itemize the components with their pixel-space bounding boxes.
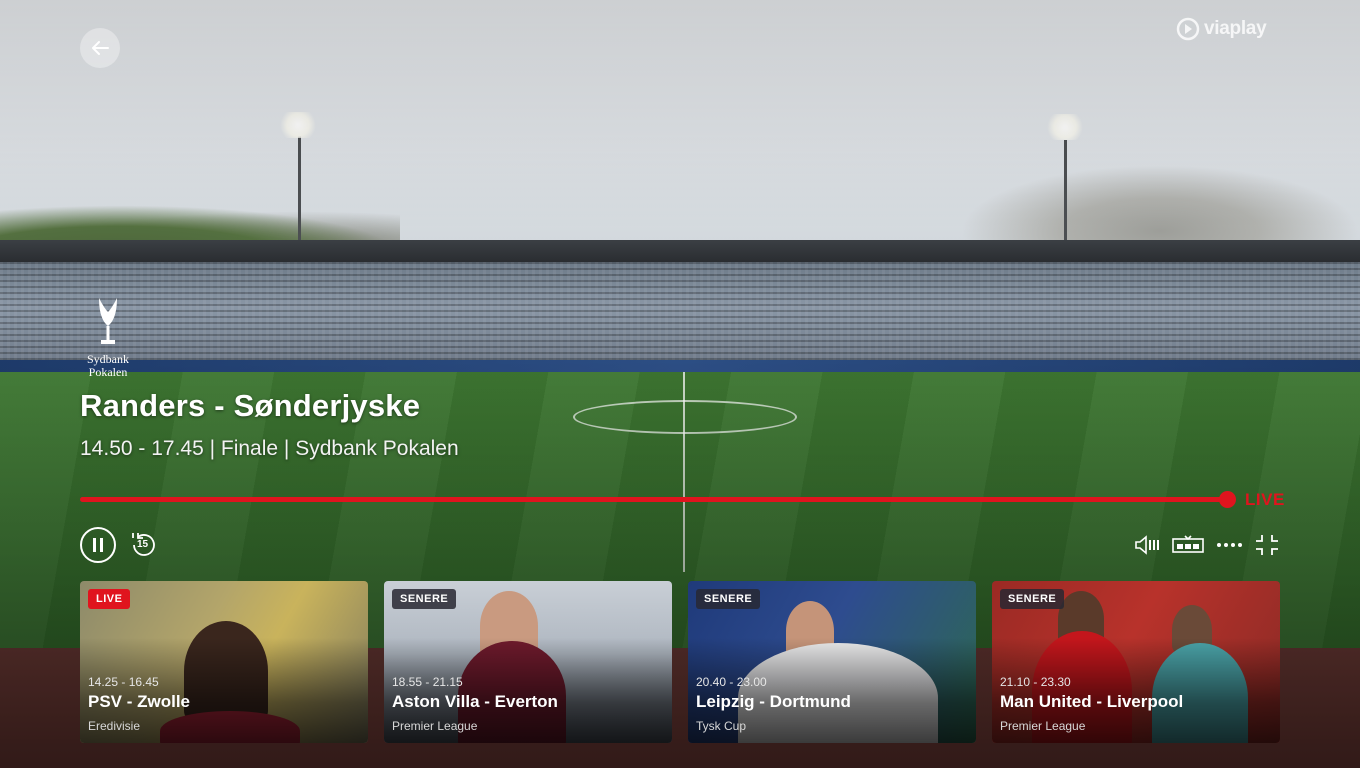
audio-subtitles-button[interactable]: [1134, 532, 1162, 558]
more-icon: [1217, 543, 1242, 547]
upcoming-events-row: LIVE 14.25 - 16.45 PSV - Zwolle Eredivis…: [80, 581, 1280, 743]
event-title: Randers - Sønderjyske: [80, 388, 421, 423]
picture-in-picture-icon: [1172, 535, 1204, 553]
pause-button[interactable]: [80, 527, 116, 563]
league-logo-text: Pokalen: [88, 365, 128, 379]
viaplay-logo-icon: [1176, 17, 1200, 41]
later-badge: SENERE: [392, 589, 457, 609]
event-card[interactable]: LIVE 14.25 - 16.45 PSV - Zwolle Eredivis…: [80, 581, 368, 743]
card-league: Tysk Cup: [696, 719, 747, 733]
league-logo: Sydbank Pokalen: [78, 296, 138, 379]
later-badge: SENERE: [1000, 589, 1065, 609]
exit-fullscreen-button[interactable]: [1254, 532, 1280, 558]
event-card[interactable]: SENERE 20.40 - 23.00 Leipzig - Dortmund …: [688, 581, 976, 743]
rewind-seconds: 15: [137, 539, 149, 550]
progress-bar[interactable]: [80, 497, 1228, 502]
card-league: Premier League: [392, 719, 478, 733]
card-time: 20.40 - 23.00: [696, 675, 767, 689]
live-badge: LIVE: [88, 589, 131, 609]
card-title: Man United - Liverpool: [1000, 692, 1184, 711]
picture-in-picture-button[interactable]: [1172, 532, 1204, 558]
back-arrow-icon: [92, 41, 109, 55]
event-card[interactable]: SENERE 21.10 - 23.30 Man United - Liverp…: [992, 581, 1280, 743]
audio-subtitles-icon: [1135, 535, 1159, 555]
card-league: Eredivisie: [88, 719, 141, 733]
card-time: 18.55 - 21.15: [392, 675, 463, 689]
later-badge: SENERE: [696, 589, 761, 609]
card-title: PSV - Zwolle: [88, 692, 191, 711]
live-indicator: LIVE: [1245, 490, 1285, 509]
card-time: 21.10 - 23.30: [1000, 675, 1071, 689]
card-time: 14.25 - 16.45: [88, 675, 159, 689]
back-button[interactable]: [80, 28, 120, 68]
brand-name: viaplay: [1204, 18, 1267, 39]
card-league: Premier League: [1000, 719, 1086, 733]
pause-icon: [93, 538, 103, 552]
exit-fullscreen-icon: [1256, 535, 1278, 555]
more-button[interactable]: [1216, 532, 1242, 558]
brand-logo: viaplay: [1176, 16, 1267, 42]
trophy-icon: [99, 298, 117, 344]
event-meta: 14.50 - 17.45 | Finale | Sydbank Pokalen: [80, 437, 459, 460]
event-card[interactable]: SENERE 18.55 - 21.15 Aston Villa - Evert…: [384, 581, 672, 743]
card-title: Leipzig - Dortmund: [696, 692, 851, 711]
progress-handle[interactable]: [1219, 491, 1236, 508]
rewind-15-button[interactable]: 15: [128, 530, 158, 560]
card-title: Aston Villa - Everton: [392, 692, 558, 711]
